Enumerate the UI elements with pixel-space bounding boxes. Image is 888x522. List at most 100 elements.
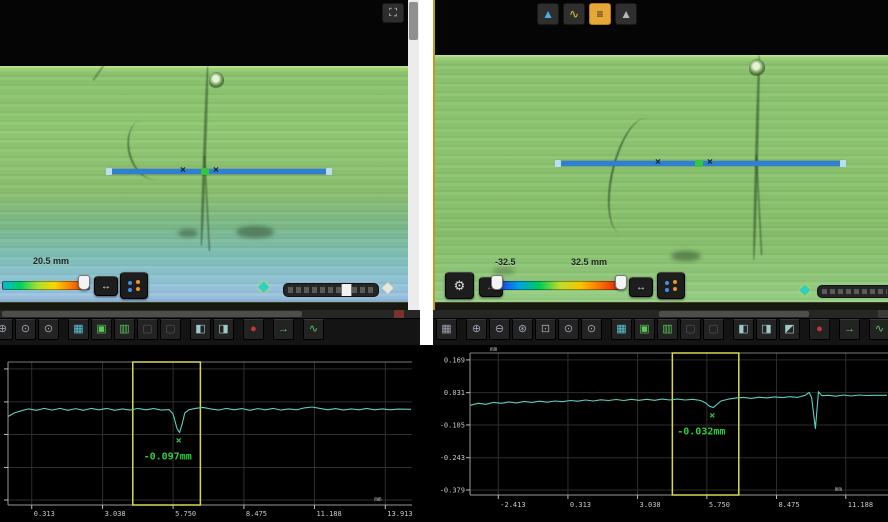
line-endpoint-left[interactable] <box>106 168 112 175</box>
svg-text:8.475: 8.475 <box>246 510 267 518</box>
range-slider-max[interactable] <box>615 275 627 290</box>
layout-grid-button[interactable]: ▦ <box>436 319 457 340</box>
profile-wave-button[interactable]: ∿ <box>563 3 585 25</box>
left-profile-chart[interactable]: 0.3133.0385.7508.47511.18813.913mm×-0.09… <box>0 345 432 522</box>
zoom-fit-button[interactable]: ⊡ <box>535 319 556 340</box>
roi-move-button[interactable]: ◩ <box>779 319 800 340</box>
report-chart-button[interactable]: ∿ <box>869 319 888 340</box>
palette-dots-button[interactable] <box>657 272 685 299</box>
nav-diamond-icon[interactable]: ◆ <box>799 283 811 297</box>
roi-zoom-button[interactable]: ◨ <box>756 319 777 340</box>
export-data-button[interactable]: → <box>273 319 294 340</box>
roi-select-button[interactable]: ◧ <box>733 319 754 340</box>
link-view-button[interactable]: ▢ <box>703 319 724 340</box>
zoom-select-button[interactable]: ⊕ <box>0 319 13 340</box>
image-map-button[interactable]: ▣ <box>634 319 655 340</box>
line-center-handle[interactable] <box>695 160 703 167</box>
zoom-region-button[interactable]: ⊛ <box>512 319 533 340</box>
profile-charts-area: 0.3133.0385.7508.47511.18813.913mm×-0.09… <box>0 345 888 522</box>
line-endpoint-right[interactable] <box>326 168 332 175</box>
surface-top-edge <box>435 55 888 59</box>
zoom-next-button[interactable]: ⊙ <box>581 319 602 340</box>
color-range-bar[interactable] <box>497 281 623 290</box>
svg-text:×: × <box>176 436 182 447</box>
link-view-icon: ▢ <box>708 324 718 335</box>
h-scrollbar-thumb[interactable] <box>2 311 302 317</box>
left-toolbar-icons: ⊕⊙⊙▦▣▥▢▢◧◨●→∿ <box>0 319 324 340</box>
nav-diamond-left-icon[interactable]: ◆ <box>258 280 270 294</box>
line-center-handle[interactable] <box>201 168 209 175</box>
zoom-previous-button[interactable]: ⊙ <box>558 319 579 340</box>
measurement-line[interactable]: × × <box>557 161 844 166</box>
height-map-icon: ▲ <box>542 7 554 21</box>
report-chart-icon: ∿ <box>875 324 884 335</box>
scroll-end-marker <box>878 310 888 318</box>
record-icon: ● <box>250 324 257 335</box>
line-marker-2[interactable]: × <box>707 157 713 169</box>
frame-scrubber[interactable] <box>817 285 888 298</box>
line-endpoint-right[interactable] <box>840 160 846 167</box>
expand-button[interactable]: ⛶ <box>382 3 404 23</box>
measurement-line[interactable]: × × <box>108 169 330 174</box>
zoom-next-button[interactable]: ⊙ <box>38 319 59 340</box>
frame-scrubber[interactable] <box>283 283 379 297</box>
line-marker-2[interactable]: × <box>213 165 219 177</box>
peak-shape-button[interactable]: ▲ <box>615 3 637 25</box>
right-panel-black-margin <box>435 0 888 55</box>
range-slider-min[interactable] <box>491 275 503 290</box>
vertical-scrollbar[interactable] <box>408 0 419 310</box>
svg-text:8.475: 8.475 <box>778 501 799 509</box>
smudge <box>493 267 515 275</box>
toolbar-separator <box>266 319 271 340</box>
h-scrollbar-thumb[interactable] <box>659 311 809 317</box>
left-h-scrollbar[interactable] <box>0 310 420 319</box>
palette-dots-button[interactable] <box>120 272 148 299</box>
dots-icon <box>128 281 132 285</box>
surface-pore <box>749 59 765 77</box>
auto-range-button[interactable]: ↔ <box>94 276 118 296</box>
link-view-button[interactable]: ▢ <box>160 319 181 340</box>
compare-view-button[interactable]: ▢ <box>137 319 158 340</box>
capture-view-button[interactable]: ▦ <box>68 319 89 340</box>
line-marker-1[interactable]: × <box>180 165 186 177</box>
image-map-button[interactable]: ▣ <box>91 319 112 340</box>
color-scale-bar[interactable] <box>2 281 90 290</box>
height-histogram-icon: ▥ <box>119 324 129 335</box>
capture-view-button[interactable]: ▦ <box>611 319 632 340</box>
report-chart-button[interactable]: ∿ <box>303 319 324 340</box>
height-map-button[interactable]: ▲ <box>537 3 559 25</box>
zoom-out-button[interactable]: ⊖ <box>489 319 510 340</box>
line-endpoint-left[interactable] <box>555 160 561 167</box>
record-button[interactable]: ● <box>809 319 830 340</box>
right-toolbar-icons: ▦⊕⊖⊛⊡⊙⊙▦▣▥▢▢◧◨◩●→∿ <box>436 319 888 340</box>
line-marker-1[interactable]: × <box>655 157 661 169</box>
height-histogram-icon: ▥ <box>662 324 672 335</box>
vertical-scrollbar-thumb[interactable] <box>409 2 418 40</box>
right-h-scrollbar[interactable] <box>433 310 888 319</box>
roi-select-button[interactable]: ◧ <box>190 319 211 340</box>
scrubber-handle[interactable] <box>341 283 352 297</box>
zoom-previous-button[interactable]: ⊙ <box>15 319 36 340</box>
link-view-icon: ▢ <box>165 324 175 335</box>
svg-text:13.913: 13.913 <box>387 510 412 518</box>
auto-range-button-right[interactable]: ↔ <box>629 277 653 297</box>
height-histogram-button[interactable]: ▥ <box>657 319 678 340</box>
svg-text:-0.243: -0.243 <box>440 454 465 462</box>
record-button[interactable]: ● <box>243 319 264 340</box>
toolbar-separator <box>802 319 807 340</box>
nav-diamond-right-icon[interactable]: ◆ <box>382 281 394 295</box>
compare-view-icon: ▢ <box>685 324 695 335</box>
roi-move-icon: ◩ <box>784 324 794 335</box>
layers-button[interactable]: ≡ <box>589 3 611 25</box>
right-profile-chart[interactable]: -2.4130.3133.0385.7508.47511.1880.1690.0… <box>433 345 888 522</box>
color-scale-slider[interactable] <box>78 275 90 290</box>
settings-button[interactable]: ⚙ <box>445 272 474 299</box>
zoom-in-button[interactable]: ⊕ <box>466 319 487 340</box>
record-icon: ● <box>816 324 823 335</box>
surface-pore <box>209 72 224 89</box>
export-data-button[interactable]: → <box>839 319 860 340</box>
height-histogram-button[interactable]: ▥ <box>114 319 135 340</box>
compare-view-button[interactable]: ▢ <box>680 319 701 340</box>
roi-zoom-button[interactable]: ◨ <box>213 319 234 340</box>
toolbar-separator <box>61 319 66 340</box>
